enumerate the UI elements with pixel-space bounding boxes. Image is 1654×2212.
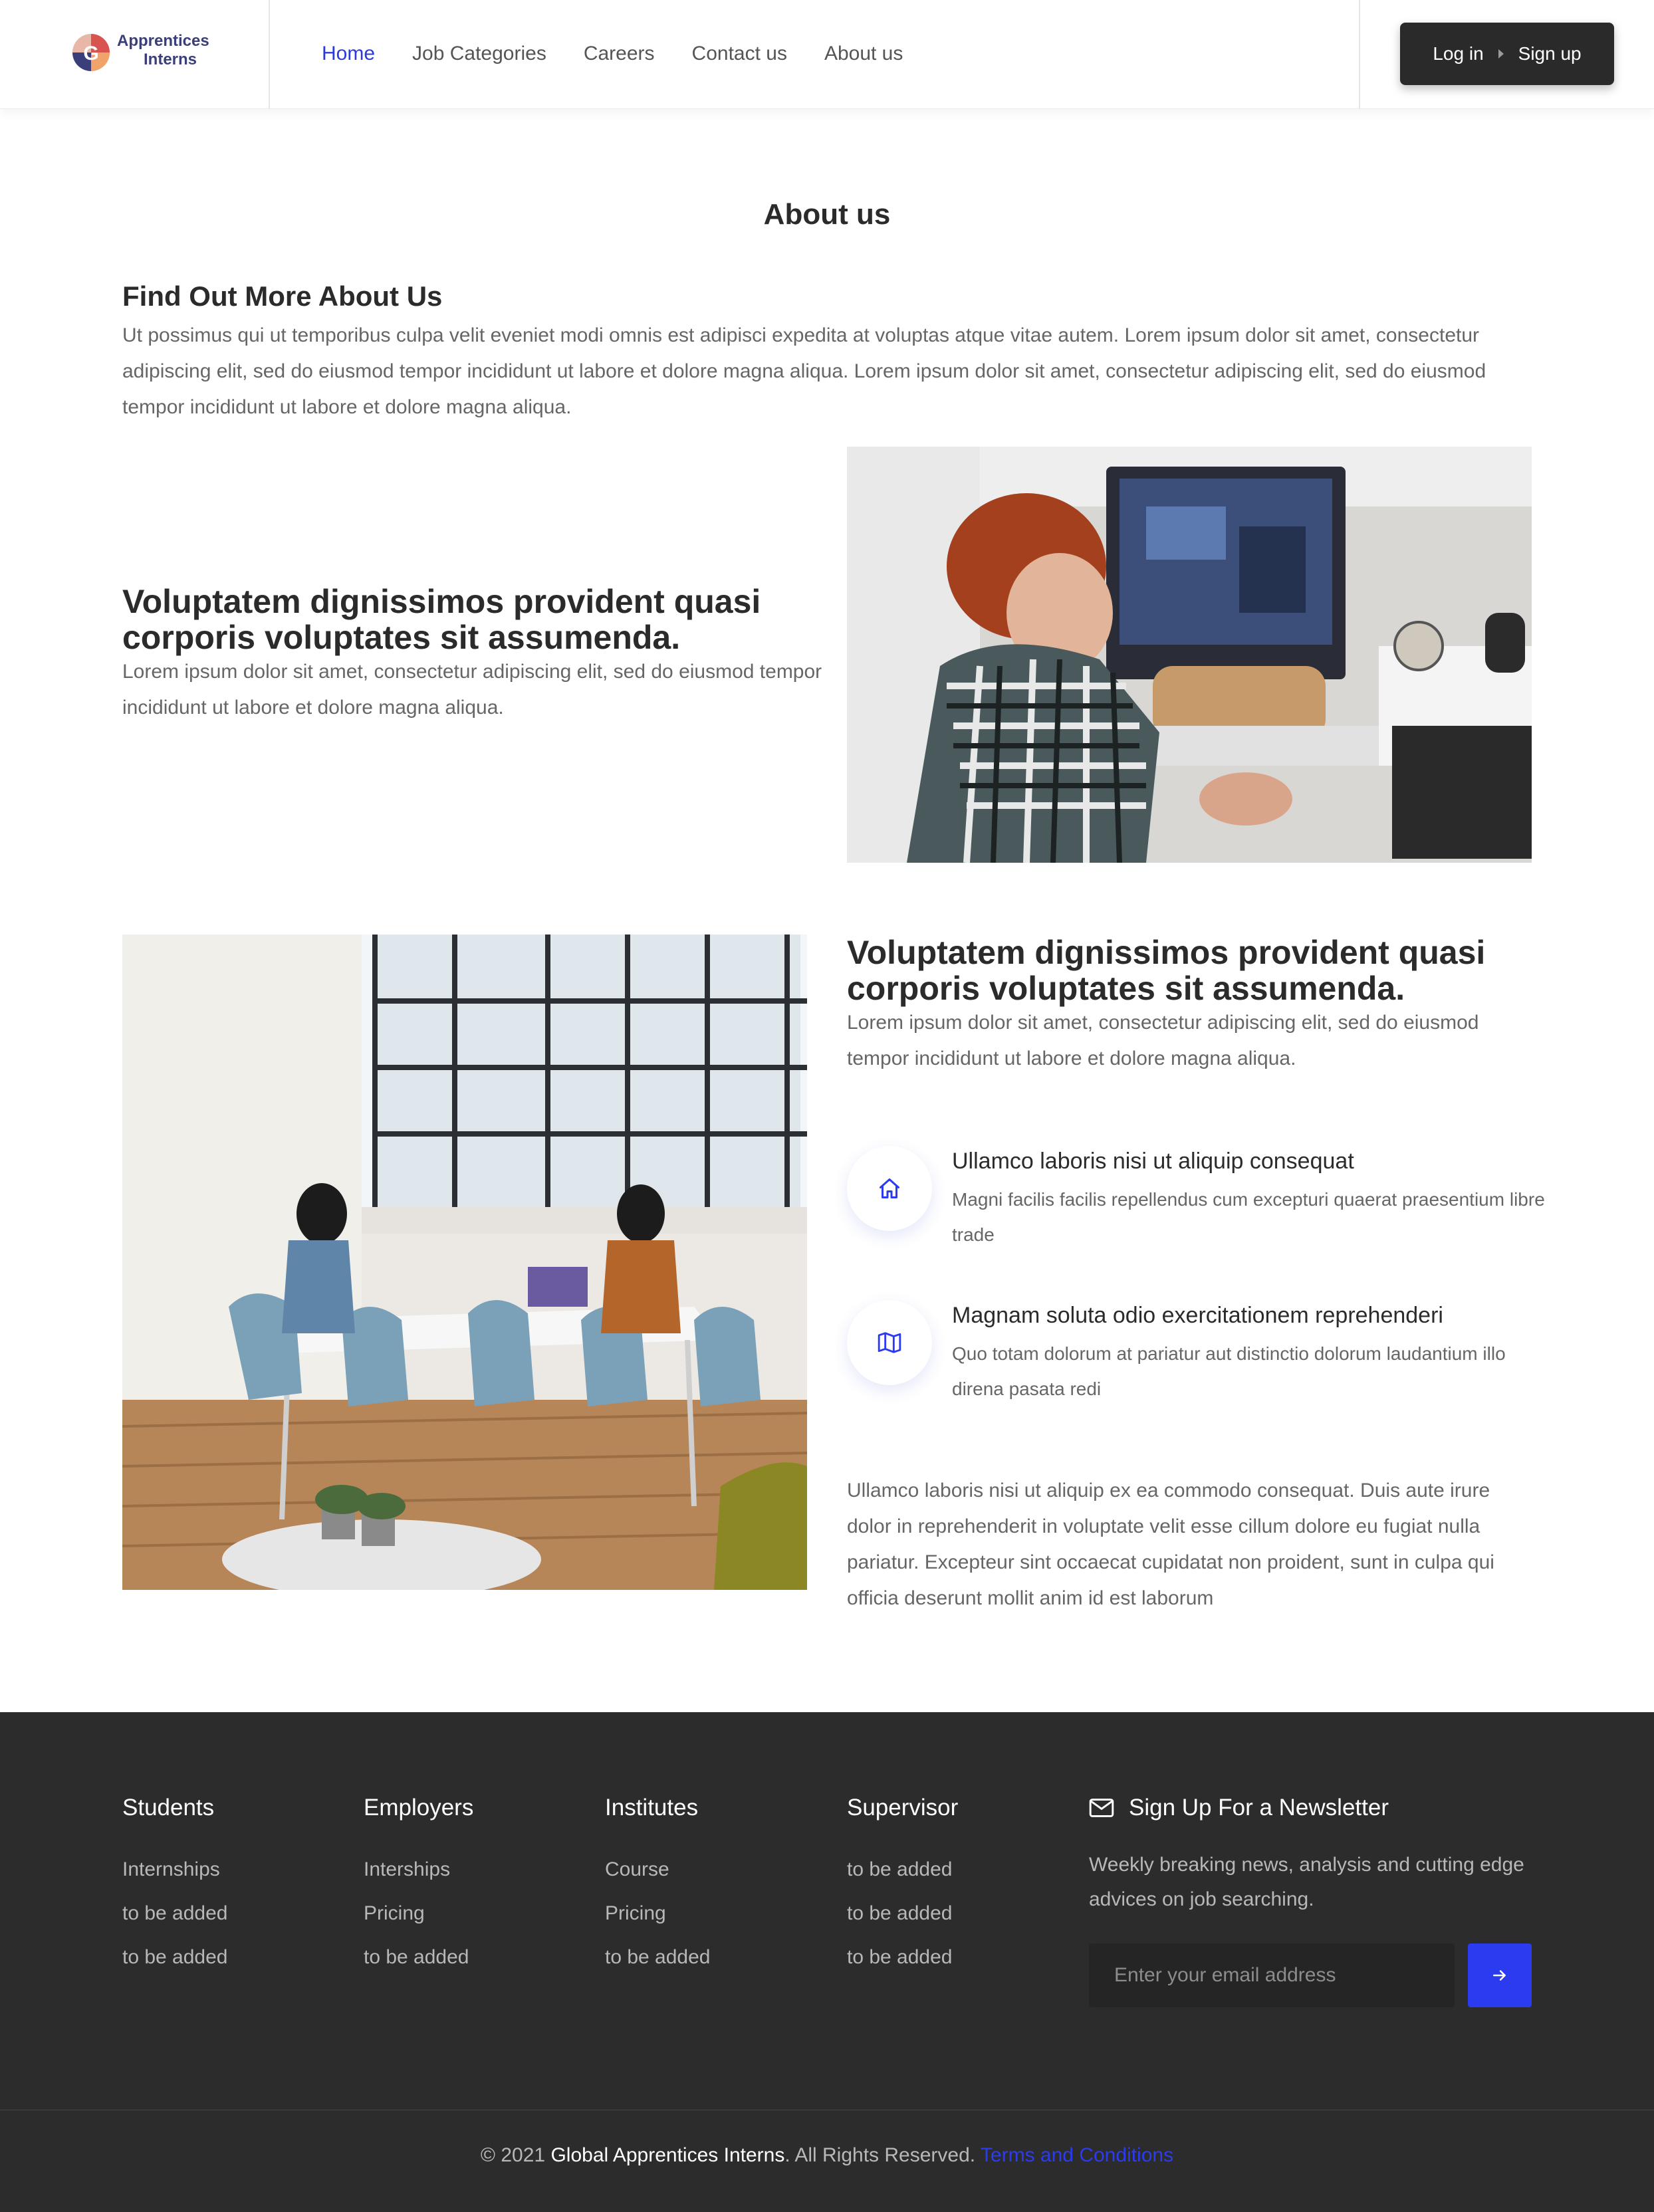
footer-link[interactable]: to be added [847, 1892, 958, 1936]
intro-title: Find Out More About Us [122, 280, 443, 312]
page-title: About us [763, 198, 891, 231]
envelope-icon [1089, 1799, 1114, 1817]
nav-careers[interactable]: Careers [584, 43, 655, 65]
copyright-suffix: . All Rights Reserved. [784, 2144, 976, 2166]
arrow-right-icon [1493, 1970, 1506, 1981]
header-divider [269, 0, 270, 109]
logo-line-2: Interns [144, 51, 197, 68]
footer-column-supervisor: Supervisor to be added to be added to be… [847, 1795, 958, 1979]
map-icon [878, 1332, 901, 1353]
feature-1-text: Lorem ipsum dolor sit amet, consectetur … [122, 661, 822, 719]
photo-illustration [847, 447, 1532, 863]
feature-2-text: Lorem ipsum dolor sit amet, consectetur … [847, 1012, 1479, 1069]
newsletter-heading: Sign Up For a Newsletter [1089, 1795, 1389, 1821]
header-divider [1359, 0, 1360, 109]
main-nav: Home Job Categories Careers Contact us A… [322, 37, 903, 70]
newsletter-email-input[interactable] [1089, 1943, 1455, 2007]
footer-link[interactable]: Interships [364, 1848, 473, 1892]
newsletter-text: Weekly breaking news, analysis and cutti… [1089, 1854, 1524, 1910]
map-icon-circle [847, 1300, 932, 1385]
auth-buttons: Log in Sign up [1400, 23, 1614, 85]
footer-link[interactable]: to be added [847, 1848, 958, 1892]
copyright: © 2021 Global Apprentices Interns. All R… [0, 2144, 1654, 2167]
photo-illustration [122, 935, 807, 1590]
feature-item-1-text: Magni facilis facilis repellendus cum ex… [952, 1189, 1545, 1245]
footer-link[interactable]: to be added [122, 1936, 227, 1979]
login-button[interactable]: Log in [1433, 43, 1483, 64]
nav-contact-us[interactable]: Contact us [692, 43, 787, 65]
home-icon [880, 1178, 899, 1198]
site-header: G Apprentices Interns Home Job Categorie… [0, 0, 1654, 109]
feature-item-2-title: Magnam soluta odio exercitationem repreh… [952, 1303, 1443, 1328]
footer-link[interactable]: to be added [847, 1936, 958, 1979]
office-photo-woman-at-computer [847, 447, 1532, 863]
nav-job-categories[interactable]: Job Categories [412, 43, 546, 65]
signup-button[interactable]: Sign up [1518, 43, 1582, 64]
copyright-brand: Global Apprentices Interns [550, 2144, 785, 2166]
feature-1-title: Voluptatem dignissimos provident quasi c… [122, 583, 761, 656]
footer-link[interactable]: to be added [605, 1936, 710, 1979]
copyright-year: © 2021 [480, 2144, 546, 2166]
separator-arrow-icon [1498, 49, 1504, 58]
footer-column-employers: Employers Interships Pricing to be added [364, 1795, 473, 1979]
footer-column-title: Students [122, 1795, 215, 1821]
footer-link[interactable]: Pricing [605, 1892, 710, 1936]
logo-text: Apprentices Interns [104, 32, 209, 69]
feature-item-2-text: Quo totam dolorum at pariatur aut distin… [952, 1343, 1506, 1399]
footer-column-title: Employers [364, 1795, 474, 1821]
office-photo-team-at-table [122, 935, 807, 1590]
feature-2-paragraph: Ullamco laboris nisi ut aliquip ex ea co… [847, 1480, 1494, 1609]
footer-column-students: Students Internships to be added to be a… [122, 1795, 227, 1979]
home-icon-circle [847, 1146, 932, 1231]
feature-2-title: Voluptatem dignissimos provident quasi c… [847, 934, 1486, 1007]
terms-link[interactable]: Terms and Conditions [981, 2144, 1173, 2166]
nav-about-us[interactable]: About us [824, 43, 903, 65]
footer-column-institutes: Institutes Course Pricing to be added [605, 1795, 710, 1979]
feature-item-1-title: Ullamco laboris nisi ut aliquip consequa… [952, 1149, 1354, 1174]
footer-link[interactable]: to be added [364, 1936, 473, 1979]
footer-link[interactable]: Course [605, 1848, 710, 1892]
footer-column-title: Institutes [605, 1795, 699, 1821]
footer-link[interactable]: Internships [122, 1848, 227, 1892]
footer-column-title: Supervisor [847, 1795, 959, 1821]
footer-link[interactable]: Pricing [364, 1892, 473, 1936]
logo-line-1: Apprentices [117, 32, 209, 50]
intro-text: Ut possimus qui ut temporibus culpa veli… [122, 324, 1486, 418]
footer-link[interactable]: to be added [122, 1892, 227, 1936]
nav-home[interactable]: Home [322, 43, 375, 65]
svg-text:G: G [83, 43, 98, 64]
newsletter-submit-button[interactable] [1468, 1943, 1532, 2007]
brand-logo[interactable]: G Apprentices Interns [69, 29, 209, 76]
site-footer: Students Internships to be added to be a… [0, 1712, 1654, 2212]
newsletter-title: Sign Up For a Newsletter [1129, 1795, 1389, 1821]
